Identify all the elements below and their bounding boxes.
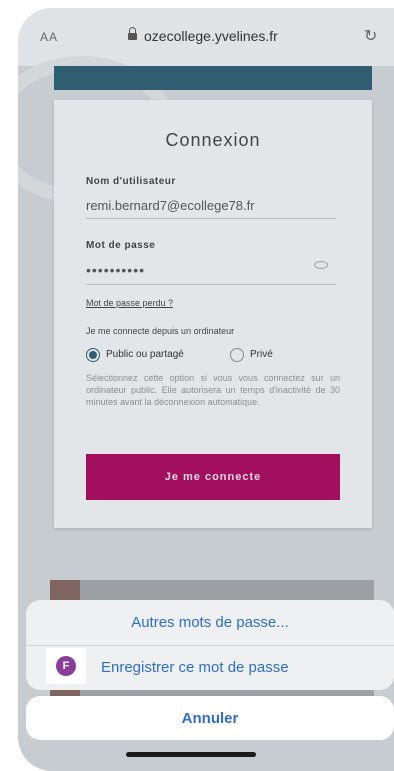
computer-type-label: Je me connecte depuis un ordinateur: [86, 326, 235, 336]
radio-public[interactable]: [86, 348, 100, 362]
show-password-icon[interactable]: [314, 261, 328, 269]
f-badge-icon: F: [56, 656, 76, 676]
login-button[interactable]: Je me connecte: [86, 454, 340, 500]
password-action-sheet: Autres mots de passe... Enregistrer ce m…: [26, 600, 394, 740]
login-card: Connexion Nom d'utilisateur remi.bernard…: [54, 100, 372, 528]
sheet-options: Autres mots de passe... Enregistrer ce m…: [26, 600, 394, 690]
username-input[interactable]: remi.bernard7@ecollege78.fr: [86, 198, 255, 213]
text-size-button[interactable]: AA: [40, 30, 58, 44]
lock-icon: [128, 27, 137, 42]
other-passwords-button[interactable]: Autres mots de passe...: [26, 600, 394, 645]
help-text: Sélectionnez cette option si vous vous c…: [86, 373, 340, 407]
login-title: Connexion: [165, 130, 261, 150]
radio-private-label[interactable]: Privé: [250, 349, 273, 360]
password-input[interactable]: ••••••••••: [86, 262, 145, 278]
reload-icon[interactable]: ↻: [364, 26, 377, 46]
password-underline: [86, 284, 336, 285]
username-label: Nom d'utilisateur: [86, 176, 176, 187]
radio-public-label[interactable]: Public ou partagé: [106, 349, 184, 360]
radio-private[interactable]: [230, 348, 244, 362]
url-text[interactable]: ozecollege.yvelines.fr: [144, 28, 278, 44]
phone-screen: AA ozecollege.yvelines.fr ↻ Connexion No…: [18, 8, 394, 771]
save-password-label: Enregistrer ce mot de passe: [101, 659, 289, 676]
cancel-button[interactable]: Annuler: [26, 696, 394, 740]
username-underline: [86, 218, 336, 219]
forgot-password-link[interactable]: Mot de passe perdu ?: [86, 298, 173, 308]
header-band: [54, 66, 372, 90]
password-label: Mot de passe: [86, 240, 156, 251]
home-indicator[interactable]: [126, 752, 256, 757]
